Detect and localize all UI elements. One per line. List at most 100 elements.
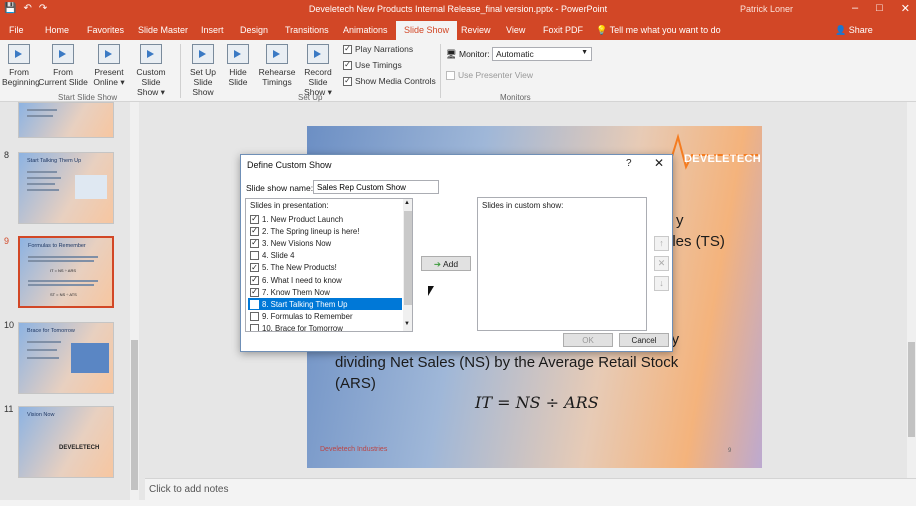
share-label: Share [848,25,873,35]
slide-list-label: 1. New Product Launch [262,214,344,224]
scroll-up-icon[interactable]: ▲ [404,200,410,206]
slide-list-item[interactable]: ✓ 7. Know Them Now [248,286,402,298]
slide-list-label: 8. Start Talking Them Up [262,299,348,309]
label: Rehearse [258,67,296,77]
record-slide-show-button[interactable]: Record Slide Show ▾ [294,44,342,97]
checkbox-icon[interactable]: ✓ [250,214,259,224]
monitor-label: Monitor: [459,49,490,59]
slide-list-item[interactable]: ✓ 1. New Product Launch [248,213,402,225]
checkbox-icon[interactable] [250,312,259,322]
tab-design[interactable]: Design [240,25,268,35]
label: Timings [262,77,292,87]
slide-list-item[interactable]: ✓ 6. What I need to know [248,274,402,286]
monitor-select[interactable]: Automatic ▼ [492,47,592,61]
slide-thumbnail-10[interactable]: Brace for Tomorrow [18,322,114,394]
text-line [27,357,59,359]
scroll-thumb[interactable] [131,340,138,490]
slide-thumbnail-8[interactable]: Start Talking Them Up [18,152,114,224]
checkbox-icon[interactable]: ✓ [250,263,259,273]
editor-scrollbar[interactable] [907,102,916,478]
play-narrations-checkbox[interactable]: ✓ Play Narrations [343,44,413,54]
tab-review[interactable]: Review [461,25,491,35]
slide-list-item[interactable]: ✓ 3. New Visions Now [248,237,402,249]
scroll-thumb[interactable] [908,342,915,437]
move-up-button[interactable]: ↑ [654,236,669,251]
from-current-slide-button[interactable]: From Current Slide [38,44,88,87]
help-icon[interactable]: ? [626,158,632,169]
tab-slide-master[interactable]: Slide Master [138,25,188,35]
ribbon-tabs: File Home Favorites Slide Master Insert … [0,20,916,40]
close-icon[interactable]: ✕ [654,156,664,170]
checkbox-icon[interactable]: ✓ [250,299,259,309]
add-arrow-icon: ➔ [433,259,442,269]
checkbox-icon[interactable]: ✓ [250,238,259,248]
checkbox-icon[interactable] [250,251,259,261]
custom-slide-show-button[interactable]: Custom Slide Show ▾ [126,44,176,97]
label: Slide Show [192,77,214,97]
label: Online ▾ [93,77,125,87]
slide-thumbnail-11[interactable]: Vision Now DEVELETECH [18,406,114,478]
tab-file[interactable]: File [9,25,24,35]
move-down-button[interactable]: ↓ [654,276,669,291]
close-window-icon[interactable]: ✕ [901,2,910,15]
slide-list-item[interactable]: ✓ 8. Start Talking Them Up [248,298,402,311]
cancel-button[interactable]: Cancel [619,333,669,347]
minimize-icon[interactable]: – [852,2,858,15]
checkbox-icon[interactable] [250,324,259,331]
tab-view[interactable]: View [506,25,525,35]
tab-home[interactable]: Home [45,25,69,35]
checkbox-icon[interactable]: ✓ [250,275,259,285]
scroll-thumb[interactable] [404,211,412,305]
status-bar [0,500,916,506]
checkbox-icon[interactable]: ✓ [250,226,259,236]
group-start-slide-show: Start Slide Show [58,93,118,102]
slide-show-name-label: Slide show name: [246,183,314,193]
slide-list-item[interactable]: ✓ 2. The Spring lineup is here! [248,225,402,237]
notes-pane[interactable]: Click to add notes [145,478,916,500]
from-beginning-button[interactable]: From Beginning [2,44,40,87]
checkbox-icon[interactable]: ✓ [250,287,259,297]
share-button[interactable]: 👤 Share [835,25,873,36]
scroll-down-icon[interactable]: ▼ [404,321,410,327]
maximize-icon[interactable]: □ [876,2,883,15]
user-name[interactable]: Patrick Loner [740,4,793,14]
slide-show-name-input[interactable] [313,180,439,194]
tab-transitions[interactable]: Transitions [285,25,329,35]
use-timings-checkbox[interactable]: ✓ Use Timings [343,60,402,70]
tab-slide-show[interactable]: Slide Show [396,21,458,40]
label: Use Timings [355,60,402,70]
tab-animations[interactable]: Animations [343,25,388,35]
text-line [27,349,57,351]
use-presenter-view-checkbox[interactable]: Use Presenter View [446,70,533,80]
slide-list-item[interactable]: ✓ 5. The New Products! [248,262,402,274]
slide-thumbnail-9[interactable]: Formulas to Remember IT = NS ÷ ARS ST = … [18,236,114,308]
thumbnails-scrollbar[interactable] [130,102,139,500]
add-button[interactable]: ➔ Add [421,256,471,271]
slides-in-custom-show-list[interactable]: Slides in custom show: [477,197,647,331]
slide-list-label: 3. New Visions Now [262,238,332,248]
ok-button[interactable]: OK [563,333,613,347]
tell-me-box[interactable]: 💡 Tell me what you want to do [596,25,721,36]
list-scrollbar[interactable]: ▲ ▼ [403,199,412,331]
record-icon [307,44,329,64]
show-media-controls-checkbox[interactable]: ✓ Show Media Controls [343,76,436,86]
text-line [27,177,61,179]
label: Play Narrations [355,44,414,54]
slides-in-presentation-list[interactable]: Slides in presentation: ✓ 1. New Product … [245,198,413,332]
slide-thumbnail-7[interactable] [18,102,114,138]
slide-list-item[interactable]: 9. Formulas to Remember [248,311,402,323]
title-bar: 💾 ↶ ↷ Develetech New Products Internal R… [0,0,916,20]
monitor-icon: 🖥 [446,49,457,59]
rehearse-timings-button[interactable]: Rehearse Timings [257,44,297,87]
hide-slide-button[interactable]: Hide Slide [226,44,250,87]
label: Show ▾ [137,87,165,97]
set-up-slide-show-button[interactable]: Set Up Slide Show [183,44,223,97]
remove-button[interactable]: ✕ [654,256,669,271]
slide-list-label: 10. Brace for Tomorrow [262,324,343,332]
tab-foxit-pdf[interactable]: Foxit PDF [543,25,583,35]
tab-insert[interactable]: Insert [201,25,224,35]
tab-favorites[interactable]: Favorites [87,25,124,35]
present-online-button[interactable]: Present Online ▾ [91,44,127,87]
slide-list-item[interactable]: 10. Brace for Tomorrow [248,323,402,332]
slide-list-item[interactable]: 4. Slide 4 [248,250,402,262]
